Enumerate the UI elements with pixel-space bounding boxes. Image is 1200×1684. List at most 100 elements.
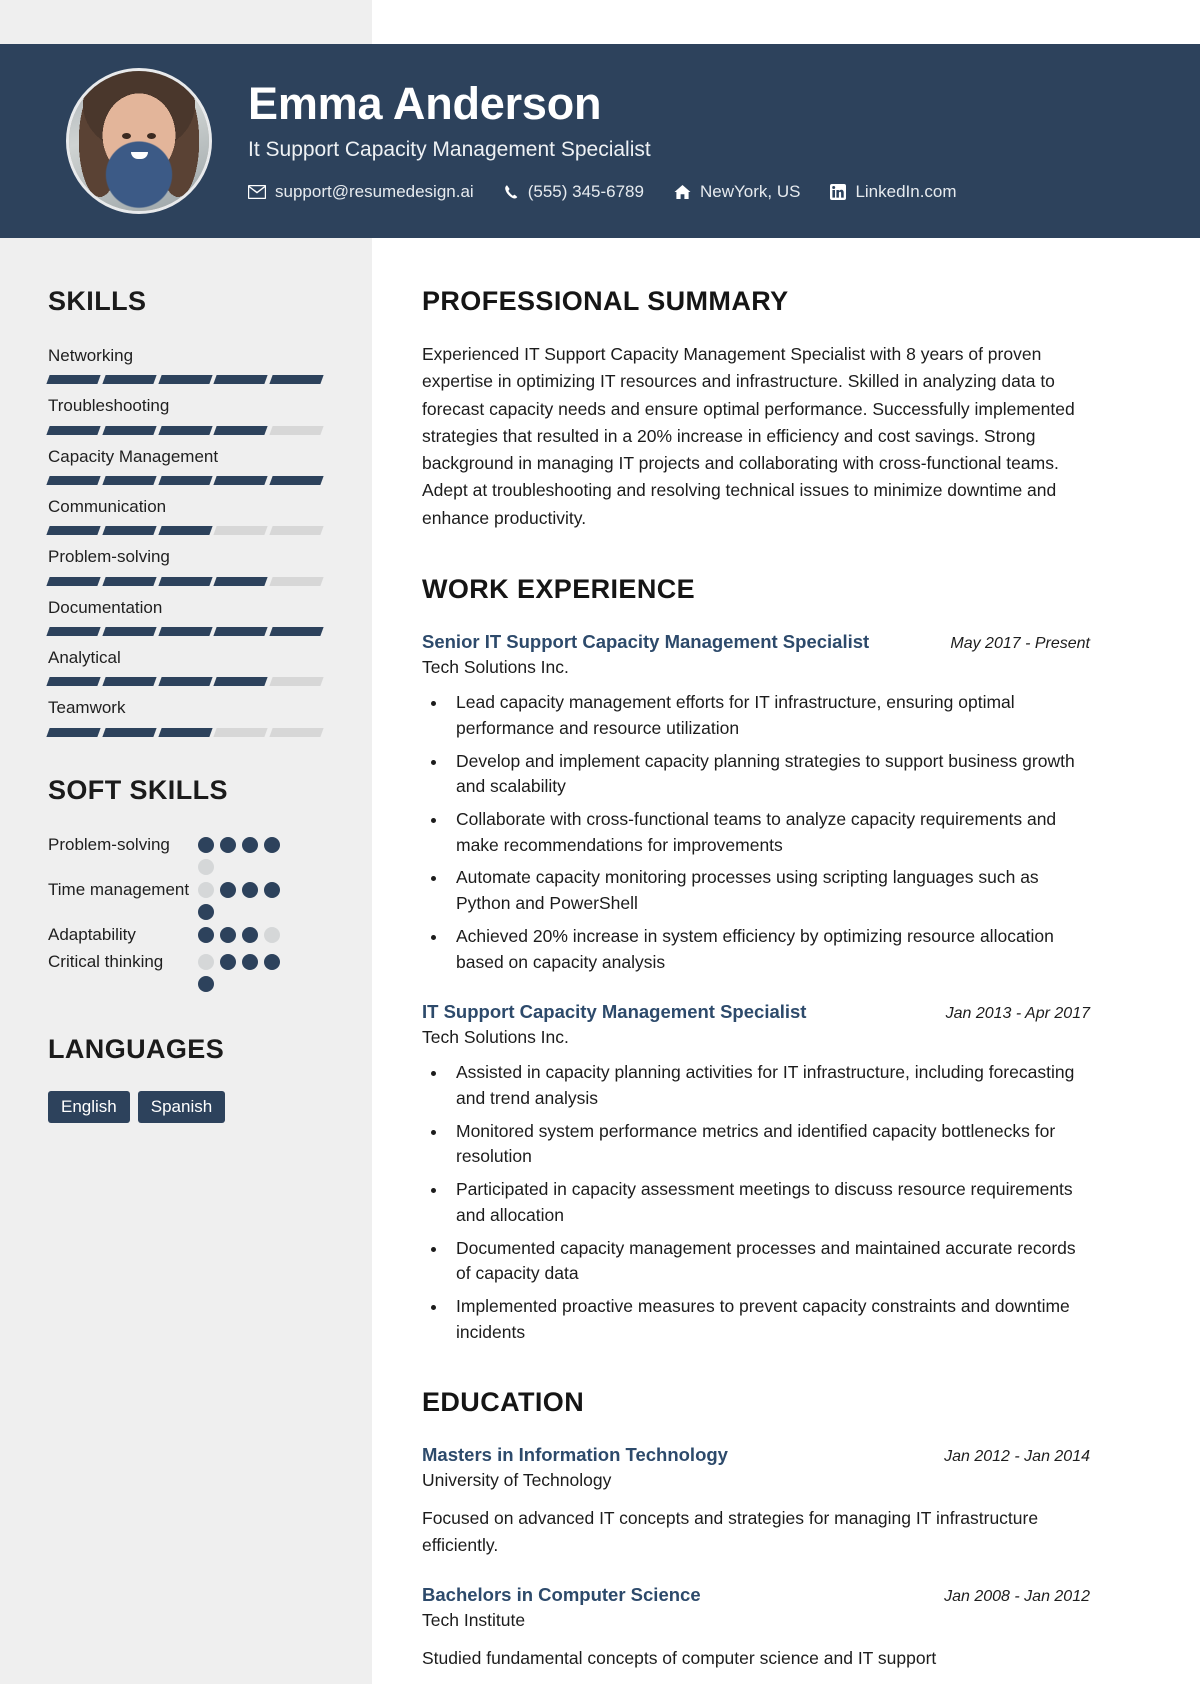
education-heading: EDUCATION — [422, 1387, 585, 1418]
soft-skills-heading: SOFT SKILLS — [48, 774, 228, 805]
avatar — [66, 68, 212, 214]
skill-label: Teamwork — [48, 698, 126, 718]
skill-bar-segment — [46, 727, 101, 737]
skill-bar-segment — [157, 375, 213, 385]
soft-skill-rating — [198, 877, 290, 920]
rating-dot — [242, 954, 258, 971]
work-bullet: Monitored system performance metrics and… — [448, 1119, 1090, 1170]
skill-level-bar — [46, 627, 324, 637]
skill-bar-segment — [213, 576, 268, 586]
skill-bar-segment — [269, 526, 324, 536]
skill-bar-segment — [157, 476, 213, 486]
contact-linkedin[interactable]: LinkedIn.com — [830, 182, 957, 202]
skill-bar-segment — [46, 576, 101, 586]
candidate-name: Emma Anderson — [248, 78, 602, 130]
rating-dot — [220, 954, 236, 971]
rating-dot — [220, 926, 236, 943]
skill-bar-segment — [157, 425, 213, 435]
education-description: Focused on advanced IT concepts and stra… — [422, 1508, 1039, 1555]
rating-dot — [198, 903, 214, 920]
skill-bar-segment — [102, 627, 157, 637]
skill-bar-segment — [102, 375, 157, 385]
rating-dot — [264, 881, 280, 898]
skill-label: Communication — [48, 497, 167, 517]
rating-dot — [198, 926, 214, 943]
skill-bar-segment — [157, 727, 213, 737]
skills-heading: SKILLS — [48, 286, 147, 316]
skill-bar-segment — [213, 476, 268, 486]
rating-dot — [220, 881, 236, 898]
work-bullet: Achieved 20% increase in system efficien… — [448, 924, 1090, 975]
rating-dot — [264, 926, 280, 943]
linkedin-icon — [830, 183, 847, 200]
skill-bar-segment — [102, 677, 157, 687]
contact-email-text: support@resumedesign.ai — [275, 181, 474, 201]
skill-item: Analytical — [46, 645, 324, 687]
soft-skills-list: Problem-solving Time management Adaptabili… — [48, 832, 322, 993]
rating-dot — [198, 858, 214, 875]
skill-bar-segment — [102, 576, 157, 586]
languages-list: English Spanish — [48, 1091, 322, 1124]
skill-label: Networking — [48, 346, 134, 365]
skill-bar-segment — [269, 576, 324, 586]
soft-skill-item: Time management — [48, 877, 322, 920]
contact-email[interactable]: support@resumedesign.ai — [248, 182, 474, 202]
envelope-icon — [248, 184, 266, 199]
work-entry-header: IT Support Capacity Management Specialis… — [422, 1001, 1090, 1023]
rating-dot — [264, 954, 280, 971]
skill-bar-segment — [269, 677, 324, 687]
skill-bar-segment — [213, 727, 268, 737]
rating-dot — [198, 836, 214, 853]
skill-bar-segment — [213, 526, 268, 536]
skill-level-bar — [46, 727, 324, 737]
avatar-eye-right — [147, 132, 157, 139]
rating-dot — [198, 881, 214, 898]
skill-item: Capacity Management — [46, 444, 324, 486]
education-dates: Jan 2012 - Jan 2014 — [944, 1448, 1090, 1466]
main-column: PROFESSIONAL SUMMARY Experienced IT Supp… — [372, 238, 1200, 1671]
skill-bar-segment — [46, 375, 101, 385]
education-entry-header: Masters in Information Technology Jan 201… — [422, 1444, 1090, 1466]
skill-item: Documentation — [46, 595, 324, 637]
rating-dot — [242, 836, 258, 853]
summary-text: Experienced IT Support Capacity Manageme… — [422, 344, 1075, 528]
sidebar: SKILLS Networking Troubleshooting Capacity… — [0, 238, 372, 1124]
work-company: Tech Solutions Inc. — [422, 1027, 569, 1048]
skill-bar-segment — [269, 375, 324, 385]
soft-skill-rating — [198, 949, 290, 993]
skill-bar-segment — [213, 375, 268, 385]
soft-skill-label: Adaptability — [48, 924, 136, 944]
soft-skill-label: Critical thinking — [48, 952, 164, 972]
education-school: University of Technology — [422, 1470, 612, 1491]
work-entry: IT Support Capacity Management Specialis… — [422, 1001, 1090, 1345]
work-dates: May 2017 - Present — [950, 635, 1090, 653]
skill-bar-segment — [46, 476, 101, 486]
skill-bar-segment — [157, 526, 213, 536]
skill-bar-segment — [269, 476, 324, 486]
skill-level-bar — [46, 375, 324, 385]
contact-list: support@resumedesign.ai (555) 345-6789 N… — [248, 182, 957, 202]
skill-bar-segment — [157, 576, 213, 586]
soft-skill-label: Problem-solving — [48, 834, 170, 854]
soft-skill-item: Adaptability — [48, 922, 322, 948]
education-entry: Masters in Information Technology Jan 201… — [422, 1444, 1090, 1558]
contact-location[interactable]: NewYork, US — [674, 182, 800, 202]
work-role: IT Support Capacity Management Specialis… — [422, 1001, 807, 1023]
rating-dot — [242, 926, 258, 943]
work-bullet: Assisted in capacity planning activities… — [448, 1060, 1090, 1111]
skill-item: Problem-solving — [46, 544, 324, 586]
avatar-eye-left — [122, 132, 132, 139]
skill-label: Capacity Management — [48, 446, 219, 466]
skill-bar-segment — [213, 425, 268, 435]
rating-dot — [264, 836, 280, 853]
contact-phone[interactable]: (555) 345-6789 — [504, 182, 644, 202]
skill-bar-segment — [269, 727, 324, 737]
skill-bar-segment — [213, 627, 268, 637]
skill-level-bar — [46, 576, 324, 586]
resume-page: Emma Anderson It Support Capacity Manage… — [0, 0, 1200, 1684]
language-chip: Spanish — [137, 1091, 226, 1124]
work-bullet: Implemented proactive measures to preven… — [448, 1294, 1090, 1345]
skill-bar-segment — [102, 476, 157, 486]
education-entry-header: Bachelors in Computer Science Jan 2008 - … — [422, 1584, 1090, 1606]
skill-bar-segment — [269, 425, 324, 435]
